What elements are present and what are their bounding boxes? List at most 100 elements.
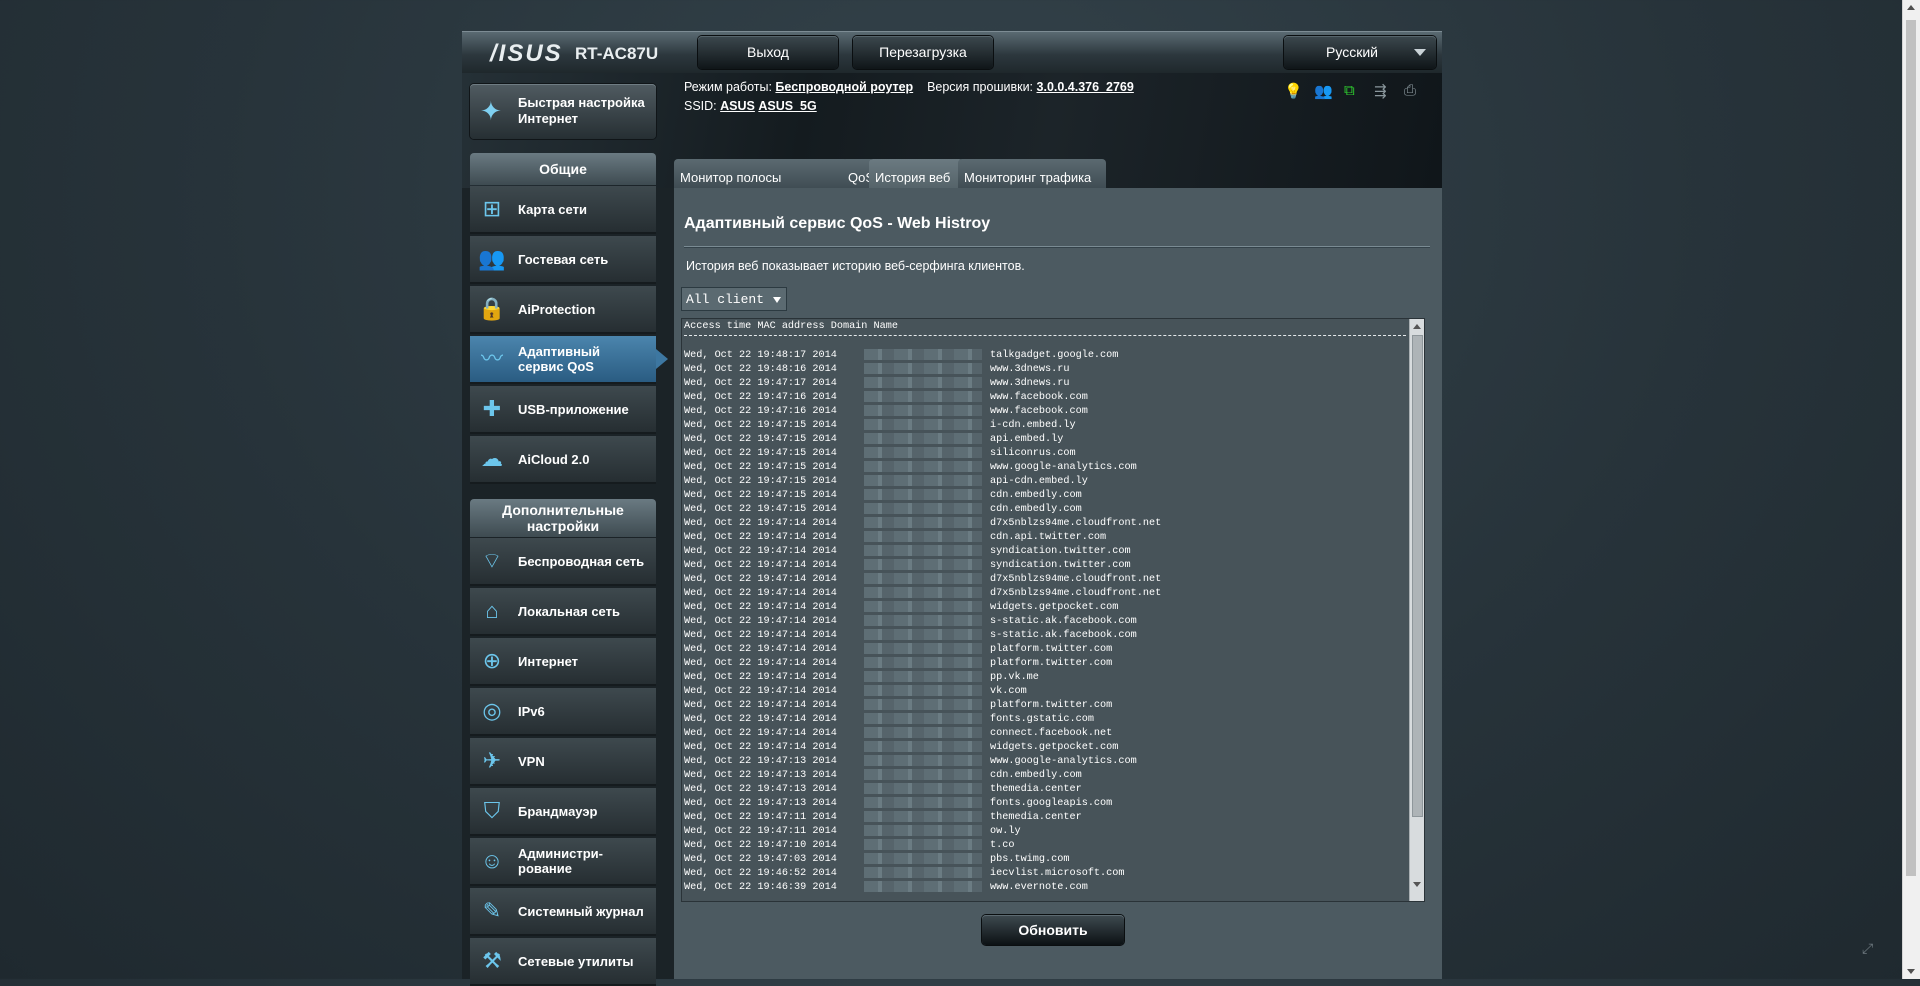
page-scroll-up-icon[interactable] <box>1907 5 1915 10</box>
firmware-link[interactable]: 3.0.0.4.376_2769 <box>1037 80 1134 94</box>
access-time: Wed, Oct 22 19:47:14 2014 <box>684 742 837 754</box>
sidebar-item-admin-user[interactable]: ☺ Администри-рование <box>470 838 656 886</box>
mode-label: Режим работы: <box>684 80 772 94</box>
access-time: Wed, Oct 22 19:47:14 2014 <box>684 644 837 656</box>
language-label: Русский <box>1326 44 1378 60</box>
log-scrollbar[interactable] <box>1409 319 1424 901</box>
scroll-up-arrow-icon[interactable] <box>1413 324 1421 329</box>
wifi-icon: ⌔ <box>481 548 503 573</box>
logout-button[interactable]: Выход <box>698 36 838 69</box>
log-row: Wed, Oct 22 19:47:13 2014 cdn.embedly.com <box>684 769 1161 783</box>
section-general-title: Общие <box>470 153 656 185</box>
domain-name: www.evernote.com <box>990 882 1088 894</box>
sidebar-item-globe[interactable]: ⊕ Интернет <box>470 638 656 686</box>
access-time: Wed, Oct 22 19:47:13 2014 <box>684 798 837 810</box>
cloud-icon: ☁ <box>481 446 503 471</box>
mac-address-redacted <box>864 517 982 528</box>
dropdown-arrow-icon <box>773 297 781 303</box>
log-row: Wed, Oct 22 19:47:15 2014 i-cdn.embed.ly <box>684 419 1161 433</box>
log-row: Wed, Oct 22 19:47:15 2014 cdn.embedly.com <box>684 489 1161 503</box>
clients-icon[interactable]: 👥 <box>1314 82 1333 100</box>
sidebar-item-qos-chart[interactable]: 〰 Адаптивный сервис QoS <box>470 336 668 384</box>
mac-address-redacted <box>864 363 982 374</box>
ssid-link-1[interactable]: ASUS <box>720 99 755 113</box>
access-time: Wed, Oct 22 19:47:14 2014 <box>684 560 837 572</box>
resize-corner-icon: ⤢ <box>1862 940 1874 956</box>
domain-name: pbs.twimg.com <box>990 854 1070 866</box>
puzzle-icon: ✚ <box>482 396 502 421</box>
page-scrollbar-thumb[interactable] <box>1906 20 1916 876</box>
sidebar-item-network-map[interactable]: ⊞ Карта сети <box>470 186 656 234</box>
usb-icon[interactable]: ⇶ <box>1374 82 1387 100</box>
sidebar-item-shield[interactable]: ⛉ Брандмауэр <box>470 788 656 836</box>
quick-internet-setup-button[interactable]: ✦ Быстрая настройка Интернет <box>470 84 656 139</box>
sidebar-item-lock[interactable]: 🔒 AiProtection <box>470 286 656 334</box>
domain-name: cdn.api.twitter.com <box>990 532 1107 544</box>
operation-mode-info: Режим работы: Беспроводной роутер Версия… <box>684 80 1134 94</box>
log-row: Wed, Oct 22 19:46:39 2014 www.evernote.co… <box>684 881 1161 895</box>
sidebar-item-label: Адаптивный сервис QoS <box>518 344 601 374</box>
sidebar-item-guest-network[interactable]: 👥 Гостевая сеть <box>470 236 656 284</box>
sidebar-item-label: Сетевые утилиты <box>518 953 634 969</box>
mac-address-redacted <box>864 825 982 836</box>
log-edit-icon: ✎ <box>482 898 502 923</box>
printer-icon[interactable]: ⎙ <box>1404 82 1416 99</box>
mac-address-redacted <box>864 727 982 738</box>
shield-icon: ⛉ <box>483 798 501 823</box>
sidebar-item-home[interactable]: ⌂ Локальная сеть <box>470 588 656 636</box>
qos-chart-icon: 〰 <box>480 346 503 371</box>
access-time: Wed, Oct 22 19:47:14 2014 <box>684 686 837 698</box>
domain-name: www.3dnews.ru <box>990 364 1070 376</box>
log-scrollbar-thumb[interactable] <box>1412 335 1423 817</box>
sidebar-item-puzzle[interactable]: ✚ USB-приложение <box>470 386 656 434</box>
firmware-label: Версия прошивки: <box>927 80 1034 94</box>
log-rows: Wed, Oct 22 19:48:17 2014 talkgadget.goog… <box>684 349 1161 895</box>
log-row: Wed, Oct 22 19:47:14 2014 vk.com <box>684 685 1161 699</box>
log-row: Wed, Oct 22 19:47:14 2014 d7x5nblzs94me.c… <box>684 587 1161 601</box>
admin-user-icon: ☺ <box>480 848 504 873</box>
page-scrollbar[interactable] <box>1902 0 1920 979</box>
client-select-value: All client <box>686 292 765 307</box>
domain-name: iecvlist.microsoft.com <box>990 868 1125 880</box>
log-row: Wed, Oct 22 19:47:14 2014 platform.twitte… <box>684 643 1161 657</box>
access-time: Wed, Oct 22 19:47:16 2014 <box>684 406 837 418</box>
ssid-link-2[interactable]: ASUS_5G <box>758 99 816 113</box>
mac-address-redacted <box>864 699 982 710</box>
mac-address-redacted <box>864 741 982 752</box>
lightbulb-icon[interactable]: 💡 <box>1284 82 1303 100</box>
sidebar-item-ipv6[interactable]: ◎ IPv6 <box>470 688 656 736</box>
page-scroll-down-icon[interactable] <box>1907 969 1915 974</box>
asus-logo: /ISUS <box>490 40 563 67</box>
domain-name: d7x5nblzs94me.cloudfront.net <box>990 518 1162 530</box>
domain-name: d7x5nblzs94me.cloudfront.net <box>990 574 1162 586</box>
domain-name: www.facebook.com <box>990 406 1088 418</box>
log-row: Wed, Oct 22 19:47:13 2014 fonts.googleapi… <box>684 797 1161 811</box>
scroll-down-arrow-icon[interactable] <box>1413 882 1421 887</box>
ssid-label: SSID: <box>684 99 717 113</box>
sidebar-item-vpn[interactable]: ✈ VPN <box>470 738 656 786</box>
sidebar-item-wifi[interactable]: ⌔ Беспроводная сеть <box>470 538 656 586</box>
access-time: Wed, Oct 22 19:47:15 2014 <box>684 490 837 502</box>
sidebar-item-label: Локальная сеть <box>518 603 620 619</box>
access-time: Wed, Oct 22 19:47:14 2014 <box>684 588 837 600</box>
log-row: Wed, Oct 22 19:47:14 2014 pp.vk.me <box>684 671 1161 685</box>
mac-address-redacted <box>864 769 982 780</box>
mode-link[interactable]: Беспроводной роутер <box>775 80 913 94</box>
client-select[interactable]: All client <box>681 287 787 311</box>
log-row: Wed, Oct 22 19:47:14 2014 s-static.ak.fac… <box>684 615 1161 629</box>
access-time: Wed, Oct 22 19:47:17 2014 <box>684 378 837 390</box>
domain-name: fonts.googleapis.com <box>990 798 1113 810</box>
domain-name: connect.facebook.net <box>990 728 1113 740</box>
reboot-button[interactable]: Перезагрузка <box>853 36 993 69</box>
page-title: Адаптивный сервис QoS - Web Histroy <box>684 215 991 232</box>
sidebar-item-cloud[interactable]: ☁ AiCloud 2.0 <box>470 436 656 484</box>
language-select[interactable]: Русский <box>1284 36 1436 69</box>
web-history-log[interactable]: Access time MAC address Domain Name Wed,… <box>681 318 1425 902</box>
chevron-down-icon <box>1414 49 1426 56</box>
access-time: Wed, Oct 22 19:47:14 2014 <box>684 658 837 670</box>
sidebar-item-log-edit[interactable]: ✎ Системный журнал <box>470 888 656 936</box>
refresh-button[interactable]: Обновить <box>982 915 1124 945</box>
network-status-icon[interactable]: ⧉ <box>1344 82 1355 99</box>
domain-name: d7x5nblzs94me.cloudfront.net <box>990 588 1162 600</box>
log-row: Wed, Oct 22 19:47:03 2014 pbs.twimg.com <box>684 853 1161 867</box>
